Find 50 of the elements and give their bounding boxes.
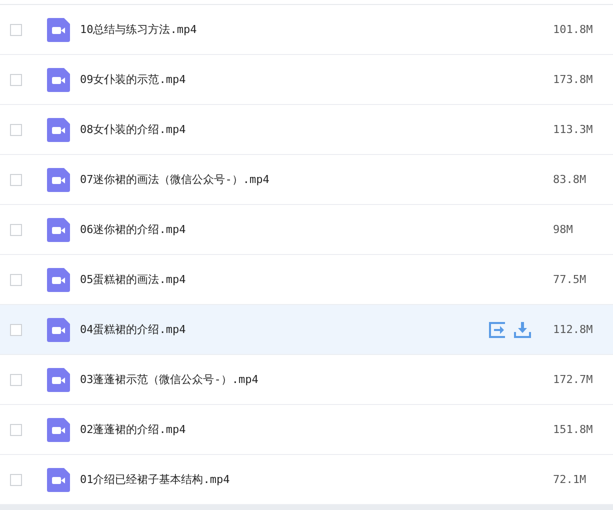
video-file-icon <box>47 118 70 142</box>
file-name[interactable]: 03蓬蓬裙示范（微信公众号-）.mp4 <box>80 372 553 387</box>
file-name[interactable]: 10总结与练习方法.mp4 <box>80 22 553 37</box>
checkbox[interactable] <box>10 374 22 386</box>
checkbox[interactable] <box>10 424 22 436</box>
file-size: 77.5M <box>553 273 588 286</box>
checkbox[interactable] <box>10 124 22 136</box>
file-name[interactable]: 01介绍已经裙子基本结构.mp4 <box>80 472 553 487</box>
file-row[interactable]: 03蓬蓬裙示范（微信公众号-）.mp4 172.7M <box>0 355 613 405</box>
file-size: 113.3M <box>553 123 594 136</box>
video-file-icon <box>47 268 70 292</box>
file-row[interactable]: 06迷你裙的介绍.mp4 98M <box>0 205 613 255</box>
file-size: 83.8M <box>553 173 588 186</box>
checkbox[interactable] <box>10 24 22 36</box>
checkbox[interactable] <box>10 274 22 286</box>
video-file-icon <box>47 168 70 192</box>
file-size: 112.8M <box>553 323 594 336</box>
file-row[interactable]: 07迷你裙的画法（微信公众号-）.mp4 83.8M <box>0 155 613 205</box>
file-name[interactable]: 06迷你裙的介绍.mp4 <box>80 222 553 237</box>
file-size: 72.1M <box>553 473 588 486</box>
video-file-icon <box>47 218 70 242</box>
file-size: 151.8M <box>553 423 594 436</box>
video-file-icon <box>47 468 70 492</box>
move-icon[interactable] <box>489 322 506 338</box>
file-name[interactable]: 05蛋糕裙的画法.mp4 <box>80 272 553 287</box>
video-file-icon <box>47 418 70 442</box>
video-file-icon <box>47 318 70 342</box>
file-row[interactable]: 04蛋糕裙的介绍.mp4 112.8M <box>0 305 613 355</box>
file-row[interactable]: 10总结与练习方法.mp4 101.8M <box>0 5 613 55</box>
download-icon[interactable] <box>514 322 531 338</box>
file-size: 172.7M <box>553 373 594 386</box>
file-size: 98M <box>553 223 574 236</box>
checkbox[interactable] <box>10 74 22 86</box>
file-name[interactable]: 04蛋糕裙的介绍.mp4 <box>80 322 489 337</box>
file-size: 173.8M <box>553 73 594 86</box>
file-row[interactable]: 09女仆装的示范.mp4 173.8M <box>0 55 613 105</box>
file-name[interactable]: 08女仆装的介绍.mp4 <box>80 122 553 137</box>
video-file-icon <box>47 68 70 92</box>
file-size: 101.8M <box>553 23 594 36</box>
video-file-icon <box>47 18 70 42</box>
checkbox[interactable] <box>10 174 22 186</box>
file-name[interactable]: 07迷你裙的画法（微信公众号-）.mp4 <box>80 172 553 187</box>
file-name[interactable]: 02蓬蓬裙的介绍.mp4 <box>80 422 553 437</box>
file-name[interactable]: 09女仆装的示范.mp4 <box>80 72 553 87</box>
file-row[interactable]: 08女仆装的介绍.mp4 113.3M <box>0 105 613 155</box>
video-file-icon <box>47 368 70 392</box>
checkbox[interactable] <box>10 324 22 336</box>
checkbox[interactable] <box>10 474 22 486</box>
file-row[interactable]: 02蓬蓬裙的介绍.mp4 151.8M <box>0 405 613 455</box>
checkbox[interactable] <box>10 224 22 236</box>
